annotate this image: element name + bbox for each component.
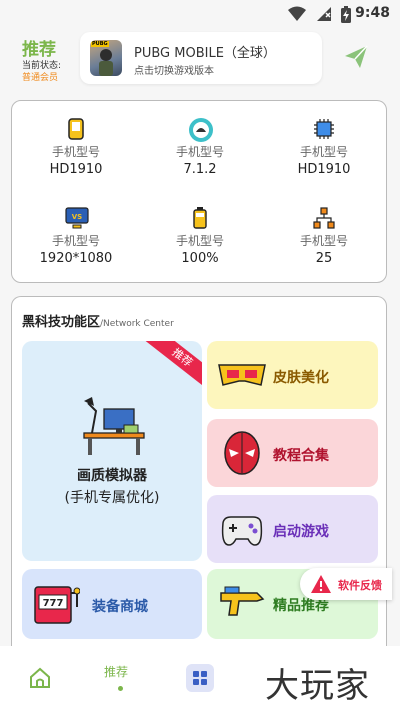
info-item-cpu: 手机型号 HD1910 xyxy=(264,117,384,180)
clock: 9:48 xyxy=(355,5,390,21)
equipment-shop-label: 装备商城 xyxy=(92,599,148,615)
graphics-simulator-subtitle: (手机专属优化) xyxy=(64,490,160,506)
header: 推荐 当前状态: 普通会员 PUBG PUBG MOBILE（全球） 点击切换游… xyxy=(0,28,400,90)
paper-plane-icon[interactable] xyxy=(343,44,369,70)
feedback-label: 软件反馈 xyxy=(338,579,382,592)
tab-recommend[interactable]: 推荐 xyxy=(104,663,128,680)
launch-game-label: 启动游戏 xyxy=(273,524,329,540)
info-label: 手机型号 xyxy=(51,145,100,159)
member-status: 普通会员 xyxy=(22,73,59,83)
graphics-simulator-tile[interactable]: 推荐 画质模拟器 (手机专属优化) xyxy=(22,341,202,561)
launch-game-tile[interactable]: 启动游戏 xyxy=(207,495,378,563)
water-gun-icon xyxy=(220,586,265,616)
android-icon xyxy=(188,117,213,142)
info-label: 手机型号 xyxy=(51,234,100,248)
equipment-shop-tile[interactable]: 777 装备商城 xyxy=(22,569,202,639)
cpu-icon xyxy=(312,117,336,141)
monitor-icon: VS xyxy=(64,206,89,230)
tutorial-collection-label: 教程合集 xyxy=(273,448,329,464)
skin-beautify-label: 皮肤美化 xyxy=(273,370,329,386)
slot-machine-icon: 777 xyxy=(34,586,80,624)
graphics-simulator-title: 画质模拟器 xyxy=(77,468,147,484)
goggles-icon xyxy=(218,364,266,386)
info-label: 手机型号 xyxy=(175,234,224,248)
info-item-battery: 手机型号 100% xyxy=(140,206,260,269)
info-value: HD1910 xyxy=(49,162,103,177)
info-value: HD1910 xyxy=(297,162,351,177)
info-value: 100% xyxy=(181,251,219,266)
network-icon xyxy=(312,206,336,230)
info-item-resolution: VS 手机型号 1920*1080 xyxy=(16,206,136,269)
svg-text:VS: VS xyxy=(72,213,82,221)
home-icon[interactable] xyxy=(28,666,52,690)
status-bar: 9:48 xyxy=(0,0,400,28)
game-switch-card[interactable]: PUBG PUBG MOBILE（全球） 点击切换游戏版本 xyxy=(80,32,322,84)
signal-icon xyxy=(317,7,331,21)
desk-lamp-icon xyxy=(83,397,145,455)
info-label: 手机型号 xyxy=(175,145,224,159)
info-item-android: 手机型号 7.1.2 xyxy=(140,117,260,180)
battery-charging-icon xyxy=(341,6,351,23)
grid-icon[interactable] xyxy=(186,664,214,692)
info-label: 手机型号 xyxy=(299,234,348,248)
info-item-network: 手机型号 25 xyxy=(264,206,384,269)
info-item-model: 手机型号 HD1910 xyxy=(16,117,136,180)
mask-hero-icon xyxy=(224,431,260,475)
info-value: 7.1.2 xyxy=(183,162,217,177)
info-value: 25 xyxy=(315,251,333,266)
skin-beautify-tile[interactable]: 皮肤美化 xyxy=(207,341,378,409)
game-thumbnail: PUBG xyxy=(90,40,122,76)
bottom-nav: 推荐 大玩家 xyxy=(0,646,400,711)
page-title: 推荐 xyxy=(22,40,56,60)
svg-text:777: 777 xyxy=(43,598,64,609)
wifi-icon xyxy=(288,6,306,21)
warning-icon xyxy=(311,575,331,593)
device-info-card: 手机型号 HD1910 手机型号 7.1.2 手机型号 HD1910 VS 手机… xyxy=(11,100,387,283)
info-value: 1920*1080 xyxy=(39,251,113,266)
tutorial-collection-tile[interactable]: 教程合集 xyxy=(207,419,378,487)
game-subtitle: 点击切换游戏版本 xyxy=(134,66,214,77)
recommend-ribbon: 推荐 xyxy=(144,341,202,390)
watermark: 大玩家 xyxy=(265,666,370,706)
phone-icon xyxy=(64,117,88,141)
battery-icon xyxy=(188,206,212,230)
game-name: PUBG MOBILE（全球） xyxy=(134,46,276,61)
function-title-text: 黑科技功能区 xyxy=(22,315,101,330)
function-area-title: 黑科技功能区/Network Center xyxy=(22,311,174,330)
info-label: 手机型号 xyxy=(299,145,348,159)
gamepad-icon xyxy=(221,516,263,546)
active-indicator xyxy=(118,686,123,691)
feedback-button[interactable]: 软件反馈 xyxy=(300,568,392,600)
function-subtitle: /Network Center xyxy=(100,319,174,329)
